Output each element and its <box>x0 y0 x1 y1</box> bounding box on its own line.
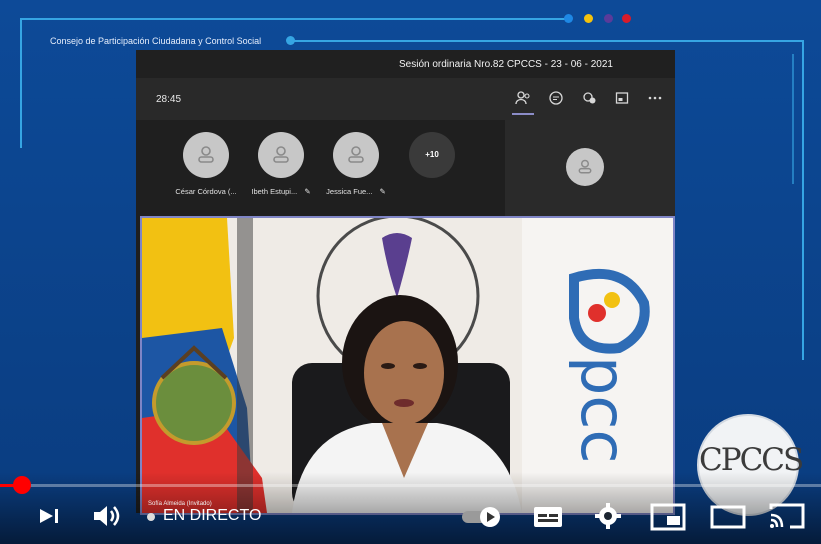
more-icon[interactable] <box>646 90 664 108</box>
participant-name: Jessica Fue... <box>326 187 373 196</box>
next-icon <box>40 509 58 523</box>
progress-track[interactable] <box>0 484 821 487</box>
settings-button[interactable] <box>594 501 622 531</box>
chat-icon[interactable] <box>547 90 565 108</box>
people-tab-indicator <box>512 113 534 115</box>
muted-mic-icon: ✎ <box>304 187 311 196</box>
decor-line-right <box>802 40 804 360</box>
organization-title: Consejo de Participación Ciudadana y Con… <box>50 36 262 46</box>
meeting-window: Sesión ordinaria Nro.82 CPCCS - 23 - 06 … <box>136 50 675 515</box>
next-button[interactable] <box>38 501 62 531</box>
volume-icon <box>94 506 120 526</box>
decor-line-title <box>290 40 804 42</box>
theater-button[interactable] <box>710 501 746 531</box>
participant-tile[interactable]: Ibeth Estupi... ✎ <box>246 132 316 196</box>
settings-icon <box>595 503 621 529</box>
overflow-count: +10 <box>409 132 455 178</box>
miniplayer-icon <box>650 503 686 531</box>
participant-tile[interactable]: César Córdova (... <box>171 132 241 196</box>
subtitles-icon <box>534 507 562 527</box>
share-icon[interactable] <box>613 90 631 108</box>
decor-dot-1 <box>564 14 573 23</box>
decor-line-left <box>20 18 22 148</box>
speaker-video: pcc <box>140 216 675 515</box>
meeting-toolbar: 28:45 <box>136 78 675 120</box>
broadcast-frame: Consejo de Participación Ciudadana y Con… <box>0 0 821 544</box>
meeting-title-bar: Sesión ordinaria Nro.82 CPCCS - 23 - 06 … <box>136 50 675 78</box>
avatar <box>183 132 229 178</box>
autoplay-toggle-icon <box>462 507 500 527</box>
decor-line-top <box>20 18 568 20</box>
volume-button[interactable] <box>92 501 126 531</box>
participant-name: César Córdova (... <box>175 187 237 196</box>
participant-name-row: Ibeth Estupi... ✎ <box>246 187 316 196</box>
participant-tile[interactable]: Jessica Fue... ✎ <box>321 132 391 196</box>
more-participants-tile[interactable]: +10 <box>397 132 467 178</box>
miniplayer-button[interactable] <box>650 501 686 531</box>
live-indicator-dot <box>147 513 155 521</box>
participant-strip: César Córdova (... Ibeth Estupi... ✎ Jes… <box>136 120 502 216</box>
decor-dot-4 <box>622 14 631 23</box>
decor-dot-title <box>286 36 295 45</box>
ecuador-flag <box>142 218 267 513</box>
self-view-tile <box>505 120 675 216</box>
decor-dot-3 <box>604 14 613 23</box>
meeting-timer: 28:45 <box>156 94 182 105</box>
subtitles-button[interactable] <box>532 501 564 531</box>
decor-dot-2 <box>584 14 593 23</box>
cast-icon <box>769 503 805 529</box>
people-icon[interactable] <box>514 90 532 108</box>
autoplay-toggle[interactable] <box>460 501 504 531</box>
avatar <box>258 132 304 178</box>
muted-mic-icon: ✎ <box>379 187 386 196</box>
speaker-scene: pcc <box>142 218 673 513</box>
cast-button[interactable] <box>768 501 806 531</box>
decor-line-right-inner <box>792 54 794 184</box>
raise-hand-icon[interactable] <box>580 90 598 108</box>
svg-text:pcc: pcc <box>567 356 640 464</box>
avatar <box>333 132 379 178</box>
session-title: Sesión ordinaria Nro.82 CPCCS - 23 - 06 … <box>399 59 613 70</box>
progress-scrubber[interactable] <box>13 476 31 494</box>
participant-name-row: Jessica Fue... ✎ <box>321 187 391 196</box>
theater-icon <box>710 505 746 529</box>
participant-name: Ibeth Estupi... <box>251 187 298 196</box>
live-label[interactable]: EN DIRECTO <box>163 507 261 525</box>
avatar <box>566 148 604 186</box>
